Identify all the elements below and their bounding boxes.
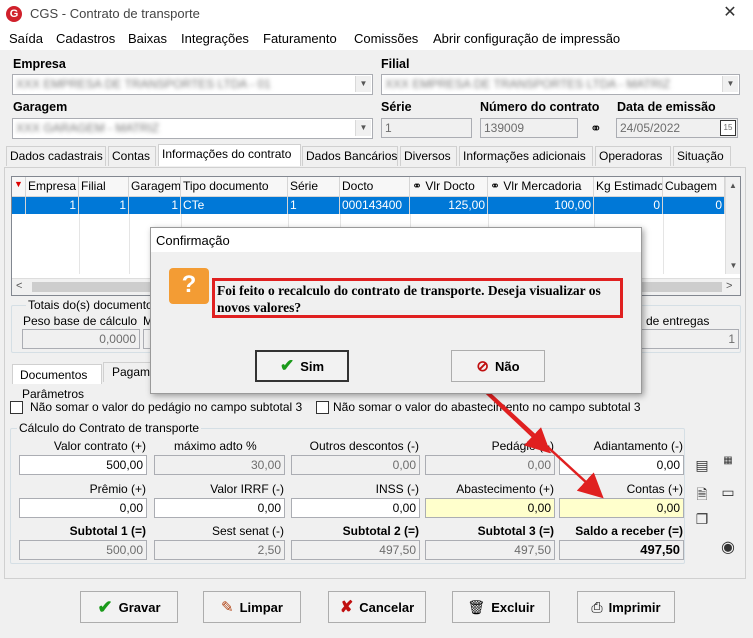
nao-button[interactable]: ⊘ Não (451, 350, 545, 382)
question-icon: ? (169, 268, 209, 304)
dialog-message-line1: Foi feito o recalculo do contrato de tra… (217, 283, 601, 298)
sim-button[interactable]: ✔ Sim (255, 350, 349, 382)
sim-label: Sim (300, 358, 325, 374)
confirmation-dialog: Confirmação ? Foi feito o recalculo do c… (150, 227, 642, 394)
dialog-message-line2: novos valores? (217, 300, 302, 315)
dialog-title: Confirmação (151, 228, 641, 252)
prohibited-icon: ⊘ (476, 358, 489, 375)
nao-label: Não (495, 358, 520, 374)
dialog-message: Foi feito o recalculo do contrato de tra… (217, 282, 621, 316)
check-icon: ✔ (279, 356, 295, 375)
